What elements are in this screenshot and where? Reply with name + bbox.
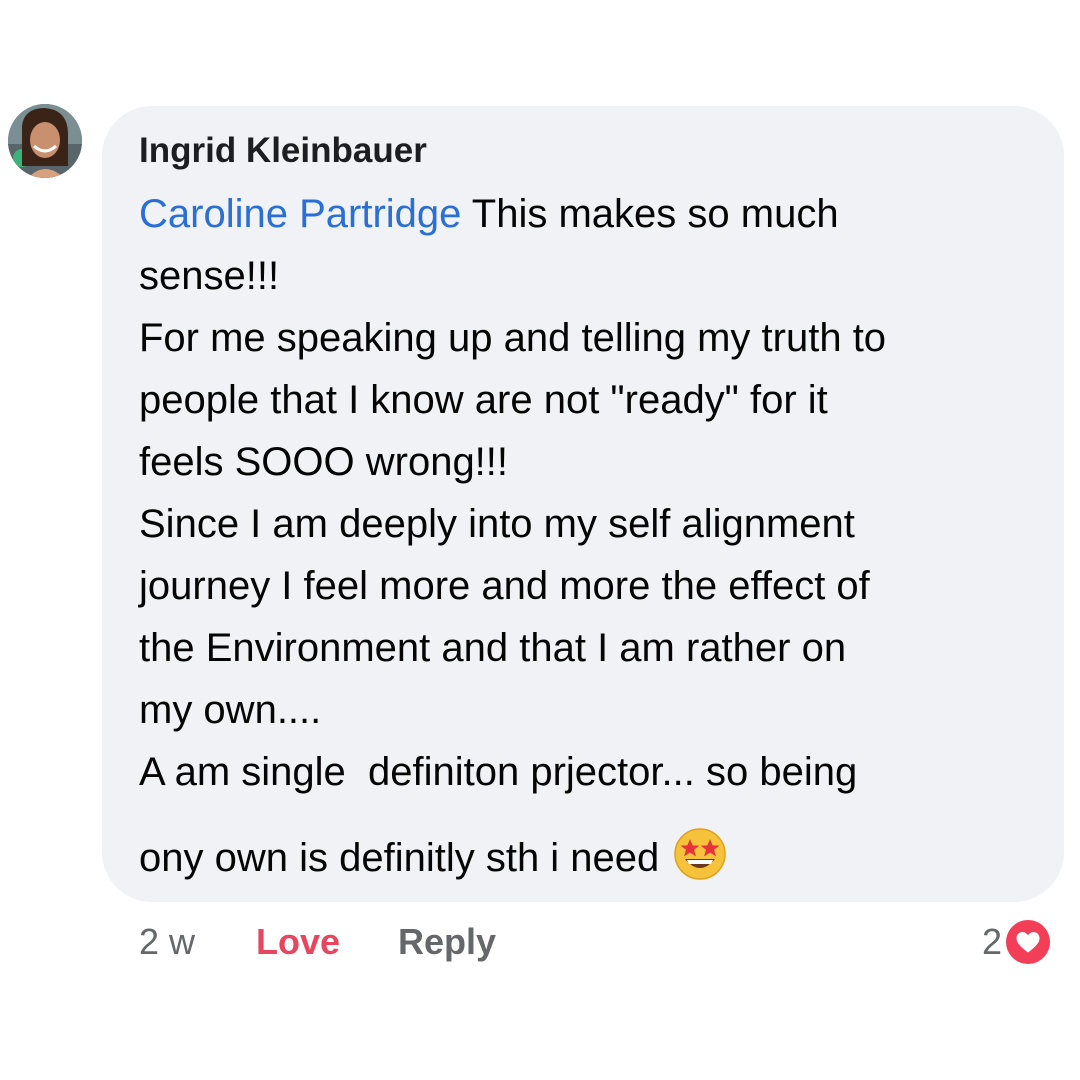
comment-text-fragment: This makes so much [461, 192, 839, 236]
reply-button[interactable]: Reply [398, 920, 496, 964]
author-avatar[interactable] [8, 104, 82, 178]
comment-text-line: feels SOOO wrong!!! [139, 440, 509, 484]
comment-author-name[interactable]: Ingrid Kleinbauer [139, 131, 427, 171]
comment-text-fragment: ony own is definitly sth i need [139, 836, 660, 880]
reaction-summary[interactable]: 2 [982, 918, 1053, 966]
comment-text-line: For me speaking up and telling my truth … [139, 316, 887, 360]
comment-text-line: the Environment and that I am rather on [139, 626, 847, 670]
love-reaction-button[interactable]: Love [256, 920, 340, 964]
comment-text-line: ony own is definitly sth i need [139, 827, 727, 882]
mention-link[interactable]: Caroline Partridge [139, 192, 461, 236]
comment-text-line: sense!!! [139, 254, 280, 298]
comment-text-line: people that I know are not "ready" for i… [139, 378, 828, 422]
comment-timestamp: 2 w [139, 921, 196, 962]
comment-text-line: journey I feel more and more the effect … [139, 564, 870, 608]
star-struck-emoji-icon [673, 827, 727, 881]
comment-text-line: A am single definiton prjector... so bei… [139, 750, 858, 794]
comment-text-line: my own.... [139, 688, 322, 732]
reaction-count: 2 [982, 921, 1003, 962]
comment-text-line: Caroline Partridge This makes so much [139, 190, 839, 238]
comment-text-line: Since I am deeply into my self alignment [139, 502, 855, 546]
heart-icon [1006, 920, 1051, 964]
heart-reaction-badge [1004, 918, 1053, 966]
